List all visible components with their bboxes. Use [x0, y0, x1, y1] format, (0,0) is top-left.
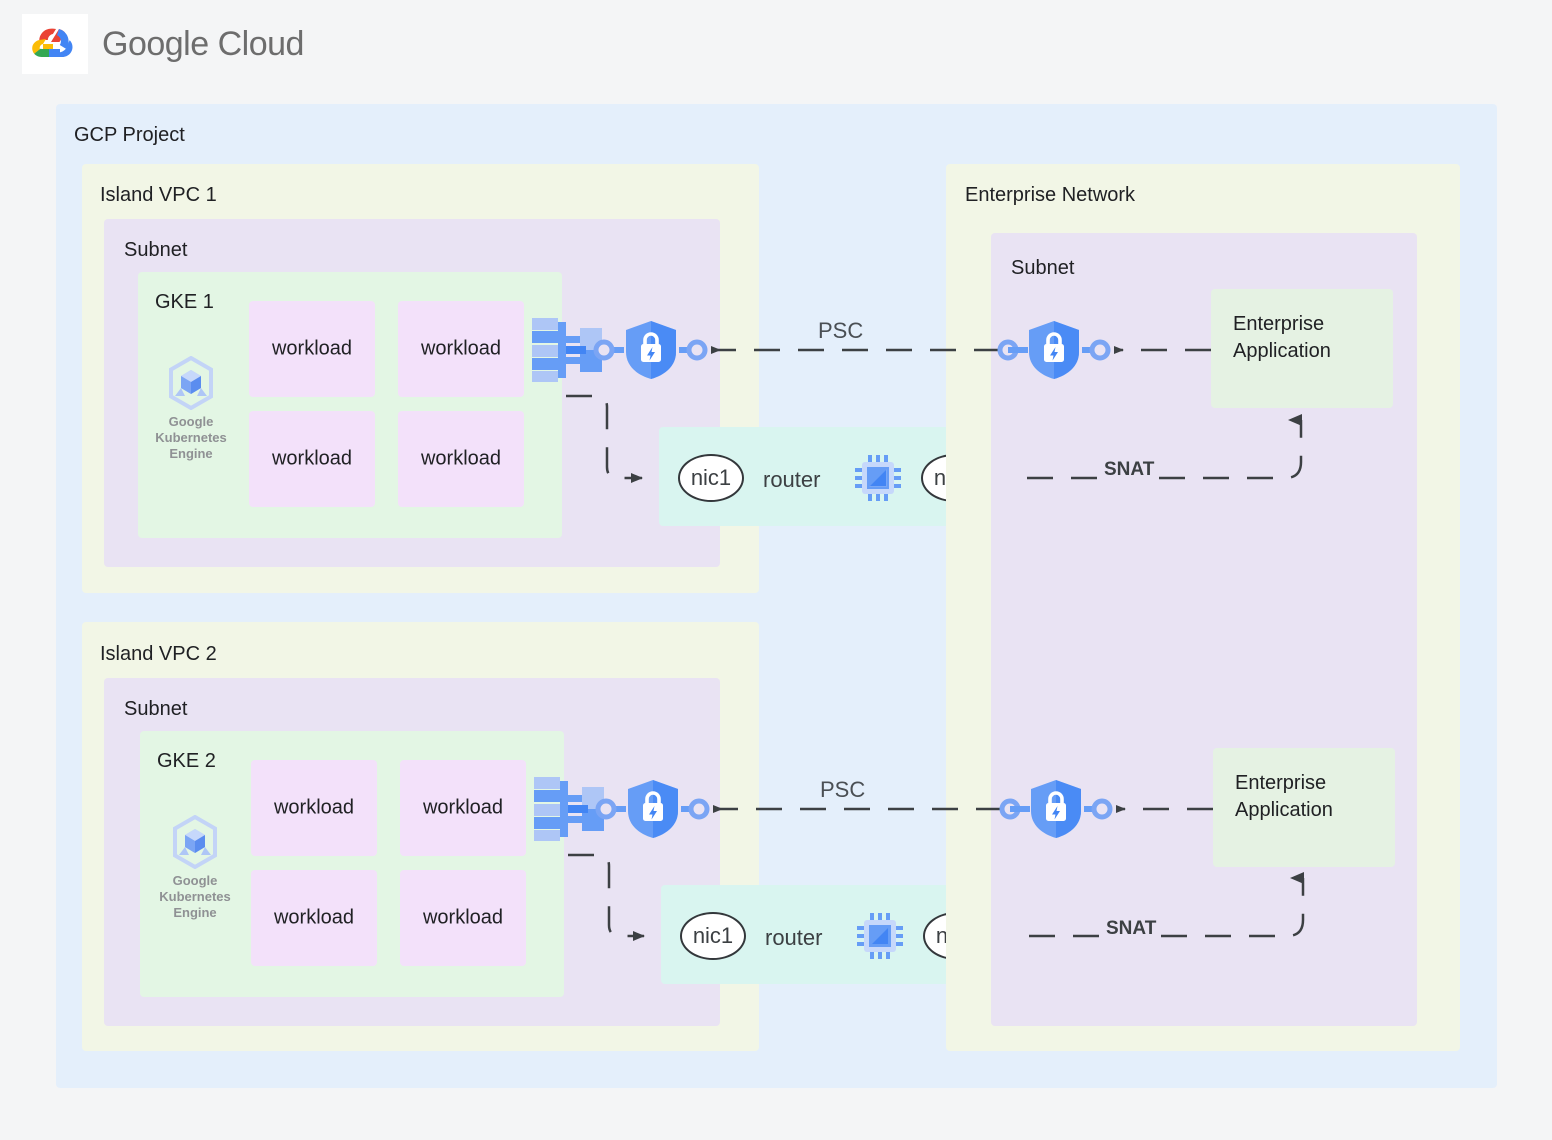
gke-logo-caption-line1: Google: [172, 873, 218, 888]
workload-label: workload: [271, 447, 353, 470]
vpc1-workload-3[interactable]: workload: [249, 411, 375, 507]
vpc2-workload-4[interactable]: workload: [400, 870, 526, 966]
workload-label: workload: [422, 796, 504, 819]
vpc1-nic1[interactable]: nic1: [678, 454, 744, 502]
vpc1-workload-4[interactable]: workload: [398, 411, 524, 507]
vpc2-nic1[interactable]: nic1: [680, 912, 746, 960]
vpc2-load-balancer-icon: [532, 775, 604, 848]
gke-1-label: GKE 1: [155, 291, 214, 313]
gke-logo-caption-line3: Engine: [173, 905, 217, 920]
workload-label: workload: [271, 337, 353, 360]
vpc1-workload-2[interactable]: workload: [398, 301, 524, 397]
vpc2-subnet-label: Subnet: [124, 698, 188, 720]
vpc1-load-balancer-icon: [530, 316, 602, 389]
enterprise-app-line1: Enterprise: [1233, 313, 1325, 335]
vpc2-workload-3[interactable]: workload: [251, 870, 377, 966]
vpc2-workload-2[interactable]: workload: [400, 760, 526, 856]
workload-label: workload: [273, 906, 355, 929]
enterprise-app-line2: Application: [1235, 799, 1333, 821]
gke-logo-caption-line3: Engine: [169, 446, 213, 461]
gke-logo-caption-line2: Kubernetes: [155, 430, 227, 445]
gke-2-logo-caption: Google Kubernetes Engine: [159, 873, 231, 921]
enterprise-app-line2: Application: [1233, 340, 1331, 362]
brand-header: Google Cloud: [22, 14, 304, 74]
island-vpc-1-label: Island VPC 1: [100, 184, 217, 206]
vpc2-router-label: router: [765, 925, 823, 950]
enterprise-app-line1: Enterprise: [1235, 772, 1327, 794]
vpc1-workload-1[interactable]: workload: [249, 301, 375, 397]
workload-label: workload: [273, 796, 355, 819]
gke-logo-caption-line1: Google: [168, 414, 214, 429]
enterprise-shield-bottom-icon: [1028, 779, 1084, 844]
gcp-project-label: GCP Project: [74, 124, 185, 146]
gke-2-logo: Google Kubernetes Engine: [159, 815, 231, 921]
brand-primary: Google: [102, 24, 209, 63]
gke-1-logo-caption: Google Kubernetes Engine: [155, 414, 227, 462]
brand-secondary: Cloud: [217, 24, 305, 63]
gke-logo-caption-line2: Kubernetes: [159, 889, 231, 904]
enterprise-network-label: Enterprise Network: [965, 184, 1136, 206]
vpc2-psc-shield-icon: [625, 779, 681, 844]
diagram-canvas: Google Cloud GCP Project Island VPC 1 Su…: [0, 0, 1552, 1140]
vpc1-psc-shield-icon: [623, 320, 679, 385]
workload-label: workload: [420, 447, 502, 470]
island-vpc-2-label: Island VPC 2: [100, 643, 217, 665]
google-kubernetes-engine-icon: [173, 815, 217, 869]
snat-label-bottom: SNAT: [1102, 918, 1161, 940]
enterprise-subnet-label: Subnet: [1011, 257, 1075, 279]
vpc1-subnet-label: Subnet: [124, 239, 188, 261]
snat-label-top: SNAT: [1100, 459, 1159, 481]
brand-title: Google Cloud: [102, 25, 304, 64]
google-kubernetes-engine-icon: [169, 356, 213, 410]
google-cloud-logo-icon: [22, 14, 88, 74]
enterprise-shield-top-icon: [1026, 320, 1082, 385]
vpc1-cpu-chip-icon: [855, 455, 901, 506]
workload-label: workload: [422, 906, 504, 929]
enterprise-application-bottom[interactable]: Enterprise Application: [1213, 748, 1395, 867]
psc-label-bottom: PSC: [820, 777, 866, 802]
vpc2-workload-1[interactable]: workload: [251, 760, 377, 856]
gke-1-logo: Google Kubernetes Engine: [155, 356, 227, 462]
vpc1-router-label: router: [763, 467, 821, 492]
gke-2-label: GKE 2: [157, 750, 216, 772]
enterprise-application-top[interactable]: Enterprise Application: [1211, 289, 1393, 408]
workload-label: workload: [420, 337, 502, 360]
vpc2-cpu-chip-icon: [857, 913, 903, 964]
psc-label-top: PSC: [818, 318, 864, 343]
